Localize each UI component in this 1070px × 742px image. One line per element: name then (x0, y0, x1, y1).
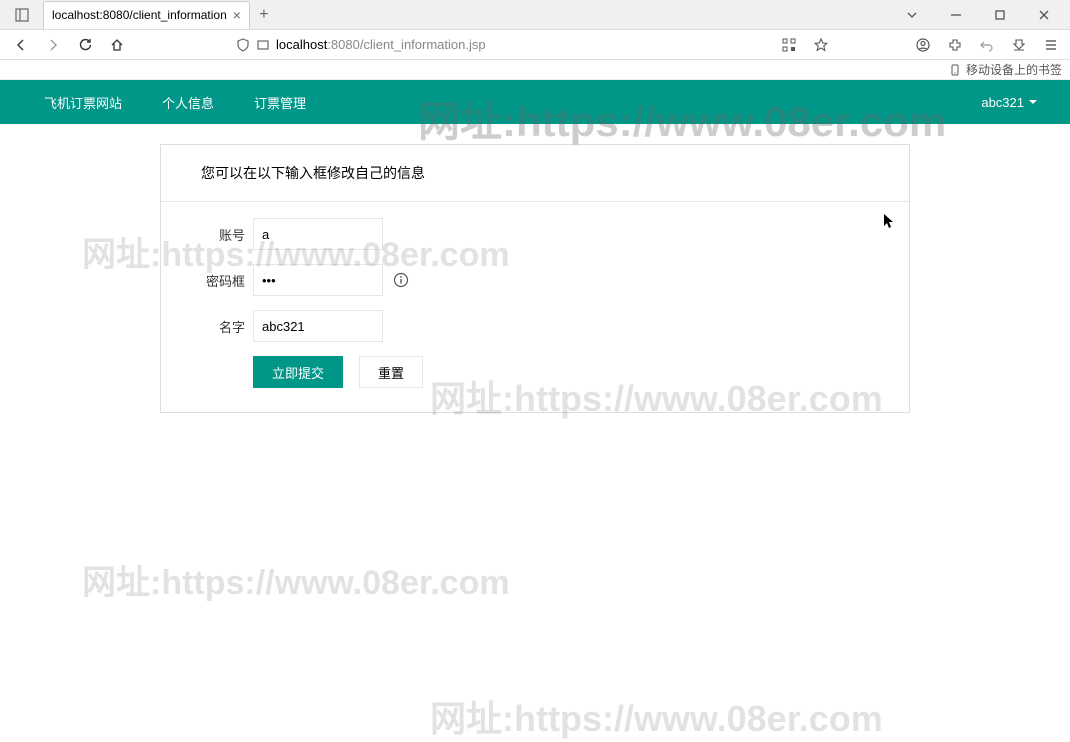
address-bar[interactable]: localhost:8080/client_information.jsp (236, 37, 772, 52)
back-button[interactable] (8, 32, 34, 58)
nav-item-profile[interactable]: 个人信息 (142, 80, 234, 124)
name-label: 名字 (201, 317, 245, 336)
submit-button[interactable]: 立即提交 (253, 356, 343, 388)
close-window-icon[interactable] (1026, 0, 1062, 30)
extensions-icon[interactable] (944, 38, 966, 52)
undo-icon[interactable] (976, 38, 998, 52)
forward-button[interactable] (40, 32, 66, 58)
shield-icon (236, 38, 250, 52)
account-input[interactable] (253, 218, 383, 250)
caret-down-icon[interactable] (894, 0, 930, 30)
watermark: 网址:https://www.08er.com (430, 690, 883, 742)
account-icon[interactable] (912, 38, 934, 52)
maximize-icon[interactable] (982, 0, 1018, 30)
reset-button[interactable]: 重置 (359, 356, 423, 388)
browser-tab-bar: localhost:8080/client_information × + (0, 0, 1070, 30)
nav-user-menu[interactable]: abc321 (981, 95, 1046, 110)
url-text: localhost:8080/client_information.jsp (276, 37, 486, 52)
home-button[interactable] (104, 32, 130, 58)
nav-user-name: abc321 (981, 95, 1024, 110)
reload-button[interactable] (72, 32, 98, 58)
info-icon[interactable] (393, 272, 409, 288)
hamburger-icon[interactable] (1040, 38, 1062, 52)
bookmark-hint-text: 移动设备上的书签 (966, 61, 1062, 78)
password-label: 密码框 (201, 271, 245, 290)
watermark: 网址:https://www.08er.com (82, 555, 510, 604)
caret-down-icon (1028, 97, 1038, 107)
form-row-account: 账号 (201, 218, 869, 250)
form-row-password: 密码框 (201, 264, 869, 296)
nav-item-home[interactable]: 飞机订票网站 (24, 80, 142, 124)
name-input[interactable] (253, 310, 383, 342)
password-input[interactable] (253, 264, 383, 296)
profile-card: 您可以在以下输入框修改自己的信息 账号 密码框 名字 立即提交 重置 (160, 144, 910, 413)
new-tab-button[interactable]: + (250, 1, 278, 29)
tab-title: localhost:8080/client_information (52, 8, 227, 22)
browser-tab[interactable]: localhost:8080/client_information × (43, 1, 250, 29)
account-label: 账号 (201, 225, 245, 244)
bookmark-hint-bar: 移动设备上的书签 (0, 60, 1070, 80)
form-row-name: 名字 (201, 310, 869, 342)
site-nav: 飞机订票网站 个人信息 订票管理 abc321 (0, 80, 1070, 124)
bookmark-star-icon[interactable] (810, 38, 832, 52)
download-icon[interactable] (1008, 38, 1030, 52)
info-icon (256, 38, 270, 52)
minimize-icon[interactable] (938, 0, 974, 30)
close-tab-icon[interactable]: × (233, 7, 241, 23)
panel-icon[interactable] (0, 0, 44, 30)
qr-icon[interactable] (778, 38, 800, 52)
browser-toolbar: localhost:8080/client_information.jsp (0, 30, 1070, 60)
card-heading: 您可以在以下输入框修改自己的信息 (161, 145, 909, 202)
nav-item-orders[interactable]: 订票管理 (234, 80, 326, 124)
